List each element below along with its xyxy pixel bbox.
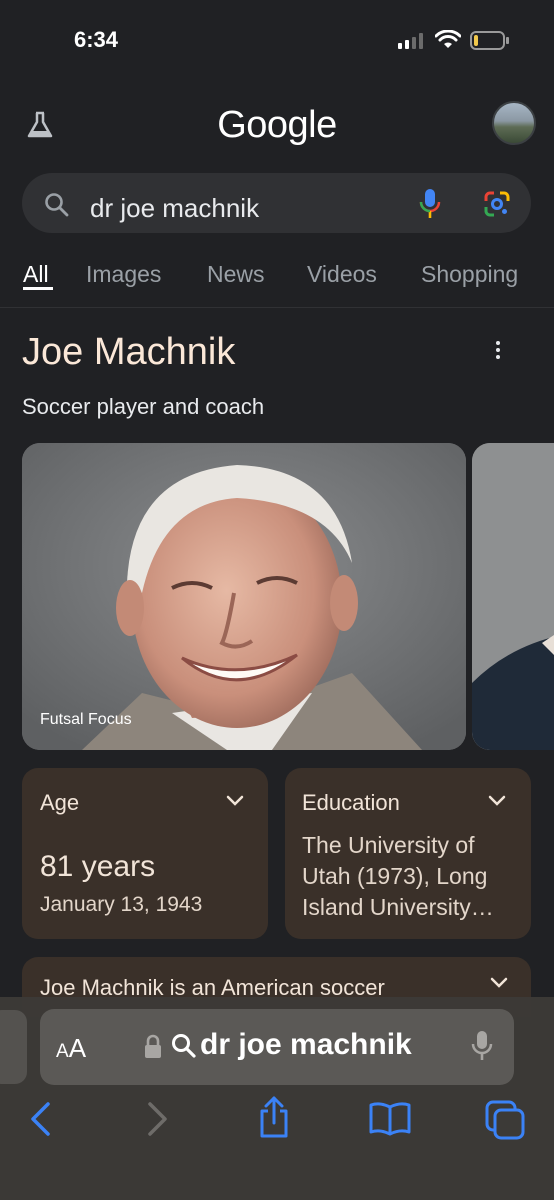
age-value: 81 years xyxy=(40,850,156,883)
person-photo-secondary[interactable] xyxy=(472,443,554,750)
search-icon xyxy=(172,1034,196,1058)
tab-all[interactable]: All xyxy=(23,261,49,288)
image-source-caption: Futsal Focus xyxy=(40,711,132,728)
avatar[interactable] xyxy=(492,101,536,145)
tab-images[interactable]: Images xyxy=(86,261,161,288)
tab-shopping[interactable]: Shopping xyxy=(421,261,518,288)
chevron-down-icon[interactable] xyxy=(226,795,244,807)
bookmarks-icon[interactable] xyxy=(368,1101,412,1137)
chevron-down-icon[interactable] xyxy=(490,977,508,989)
knowledge-panel-subtitle: Soccer player and coach xyxy=(22,394,265,419)
text-size-button[interactable]: AA xyxy=(56,1033,86,1064)
age-label: Age xyxy=(40,790,80,815)
cellular-signal-icon xyxy=(398,33,423,49)
tab-videos[interactable]: Videos xyxy=(307,261,377,288)
mic-icon[interactable] xyxy=(470,1030,494,1062)
tabs-divider xyxy=(0,307,554,308)
person-photo[interactable] xyxy=(22,443,466,750)
address-text[interactable]: dr joe machnik xyxy=(200,1028,412,1062)
active-tab-indicator xyxy=(23,287,53,290)
google-logo[interactable]: Google xyxy=(0,104,554,147)
share-icon[interactable] xyxy=(256,1095,292,1139)
knowledge-panel-title: Joe Machnik xyxy=(22,331,236,373)
tab-news[interactable]: News xyxy=(207,261,265,288)
forward-icon[interactable] xyxy=(146,1101,170,1137)
status-time: 6:34 xyxy=(74,27,119,52)
aa-small: A xyxy=(56,1041,69,1062)
mic-icon[interactable] xyxy=(418,188,442,220)
birth-date: January 13, 1943 xyxy=(40,893,203,916)
more-options-icon[interactable] xyxy=(492,340,504,360)
lock-icon xyxy=(145,1034,161,1058)
back-icon[interactable] xyxy=(28,1101,52,1137)
search-query[interactable]: dr joe machnik xyxy=(90,193,259,224)
search-icon[interactable] xyxy=(44,192,70,218)
education-label: Education xyxy=(302,790,400,815)
wifi-icon xyxy=(435,30,461,48)
battery-icon xyxy=(470,31,509,50)
tabs-overview-icon[interactable] xyxy=(484,1099,526,1141)
aa-large: A xyxy=(68,1033,87,1063)
education-value: The University of Utah (1973), Long Isla… xyxy=(302,832,494,920)
lens-icon[interactable] xyxy=(483,190,511,218)
previous-tab-preview[interactable] xyxy=(0,1010,27,1084)
chevron-down-icon[interactable] xyxy=(488,795,506,807)
